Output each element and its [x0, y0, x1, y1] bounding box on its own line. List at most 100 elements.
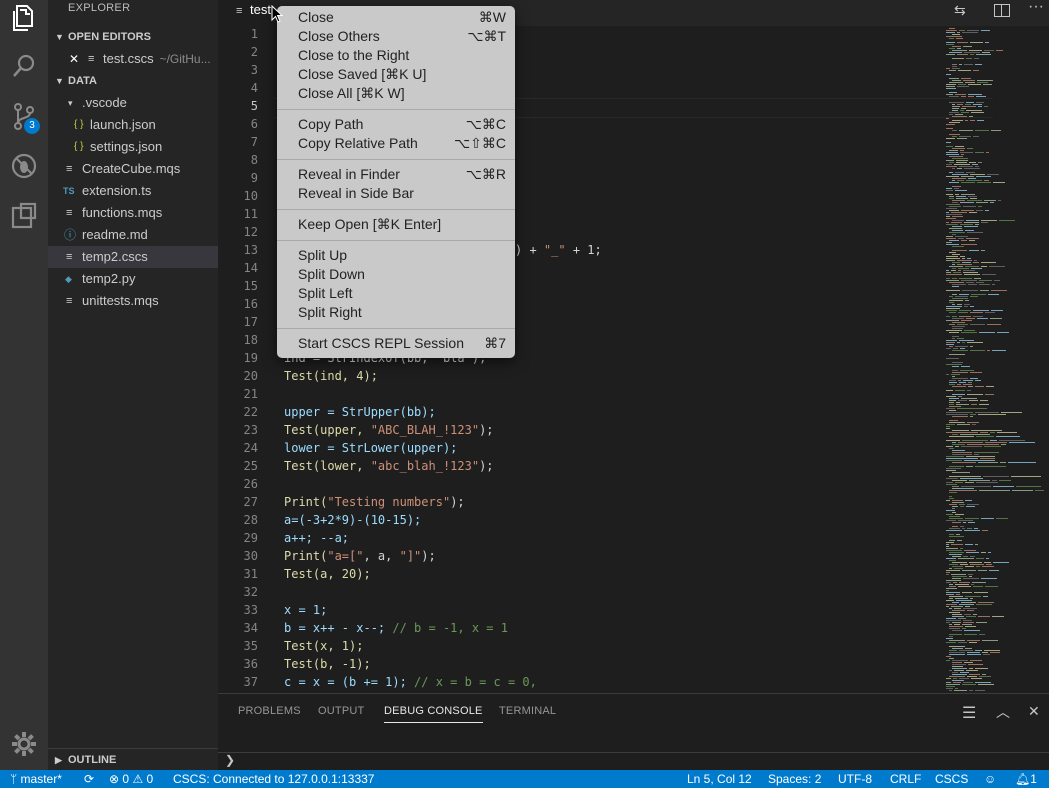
close-icon[interactable]: ✕ — [69, 48, 79, 70]
more-actions-icon[interactable]: ··· — [1028, 0, 1044, 16]
menu-item-close-saved[interactable]: Close Saved [⌘K U] — [298, 65, 506, 84]
minimap-line — [961, 398, 977, 399]
menu-item-split-right[interactable]: Split Right — [298, 303, 506, 322]
menu-item-start-repl[interactable]: Start CSCS REPL Session ⌘7 — [298, 334, 506, 353]
tree-item-vscode[interactable]: ▾ .vscode — [48, 92, 218, 114]
minimap-line — [957, 540, 962, 541]
feedback-smiley-icon[interactable]: ☺ — [984, 770, 996, 788]
minimap-line — [961, 240, 967, 241]
connection-status[interactable]: CSCS: Connected to 127.0.0.1:13337 — [173, 770, 374, 788]
open-editors-header[interactable]: ▼ OPEN EDITORS — [48, 26, 218, 48]
minimap-line — [946, 244, 959, 245]
menu-item-keep-open[interactable]: Keep Open [⌘K Enter] — [298, 215, 506, 234]
minimap-line — [951, 212, 967, 213]
tab-output[interactable]: OUTPUT — [318, 705, 364, 717]
menu-item-close-right[interactable]: Close to the Right — [298, 46, 506, 65]
minimap-line — [982, 530, 988, 531]
minimap-line — [952, 450, 965, 451]
explorer-files-icon[interactable] — [8, 2, 40, 34]
gear-icon[interactable] — [8, 728, 40, 760]
minimap-line — [956, 196, 966, 197]
minimap-line — [949, 536, 964, 537]
minimap-line — [966, 180, 982, 181]
outline-header[interactable]: ▶ OUTLINE — [48, 748, 218, 771]
minimap-line — [960, 564, 968, 565]
minimap-line — [990, 202, 994, 203]
minimap-line — [946, 190, 953, 191]
problems-count[interactable]: ⊗ 0 ⚠ 0 — [109, 770, 153, 788]
minimap-line — [966, 506, 975, 507]
encoding[interactable]: UTF-8 — [838, 770, 872, 788]
git-branch[interactable]: ᛘ master* — [10, 770, 62, 788]
debug-icon[interactable] — [8, 150, 40, 182]
maximize-panel-icon[interactable]: ︿ — [996, 702, 1010, 722]
minimap-line — [955, 390, 965, 391]
tree-item-temp2-cscs[interactable]: ≡ temp2.cscs — [48, 246, 218, 268]
extensions-icon[interactable] — [8, 200, 40, 232]
tree-item-readme[interactable]: ⓘ readme.md — [48, 224, 218, 246]
indentation[interactable]: Spaces: 2 — [768, 770, 821, 788]
minimap-line — [946, 306, 962, 307]
minimap-line — [1008, 462, 1036, 463]
open-editor-item[interactable]: ✕ ≡ test.cscs ~/GitHu... — [48, 48, 218, 70]
minimap-line — [952, 442, 956, 443]
cursor-position[interactable]: Ln 5, Col 12 — [687, 770, 752, 788]
line-number: 23 — [243, 423, 258, 437]
minimap-line — [989, 266, 1005, 267]
menu-item-close[interactable]: Close ⌘W — [298, 8, 506, 27]
tree-item-settings-json[interactable]: { } settings.json — [48, 136, 218, 158]
debug-console-input[interactable] — [238, 753, 1038, 770]
menu-item-close-others[interactable]: Close Others ⌥⌘T — [298, 27, 506, 46]
minimap-line — [978, 602, 994, 603]
minimap-line — [975, 668, 988, 669]
minimap-line — [952, 502, 964, 503]
tree-item-launch-json[interactable]: { } launch.json — [48, 114, 218, 136]
line-ending[interactable]: CRLF — [890, 770, 921, 788]
menu-item-copy-relative-path[interactable]: Copy Relative Path ⌥⇧⌘C — [298, 134, 506, 153]
menu-item-close-all[interactable]: Close All [⌘K W] — [298, 84, 506, 103]
menu-item-reveal-sidebar[interactable]: Reveal in Side Bar — [298, 184, 506, 203]
minimap-line — [952, 668, 967, 669]
minimap[interactable] — [944, 26, 1049, 693]
minimap-line — [946, 154, 959, 155]
menu-item-split-down[interactable]: Split Down — [298, 265, 506, 284]
minimap-line — [955, 688, 958, 689]
minimap-line — [985, 312, 995, 313]
minimap-line — [946, 224, 958, 225]
chevron-down-icon: ▾ — [68, 98, 73, 108]
search-icon[interactable] — [8, 50, 40, 82]
tree-item-unittests[interactable]: ≡ unittests.mqs — [48, 290, 218, 312]
minimap-line — [946, 542, 954, 543]
minimap-line — [946, 152, 958, 153]
language-mode[interactable]: CSCS — [935, 770, 968, 788]
minimap-line — [962, 32, 978, 33]
tab-problems[interactable]: PROBLEMS — [238, 705, 301, 717]
tree-item-temp2-py[interactable]: ◆ temp2.py — [48, 268, 218, 290]
minimap-line — [960, 224, 973, 225]
tree-item-extension-ts[interactable]: TS extension.ts — [48, 180, 218, 202]
tree-item-functions[interactable]: ≡ functions.mqs — [48, 202, 218, 224]
code-line-37: c = x = (b += 1); // x = b = c = 0, — [284, 675, 537, 689]
close-panel-icon[interactable]: ✕ — [1028, 703, 1040, 720]
menu-item-split-up[interactable]: Split Up — [298, 246, 506, 265]
minimap-line — [949, 38, 954, 39]
data-folder-header[interactable]: ▼ DATA — [48, 70, 218, 92]
tree-item-createcube[interactable]: ≡ CreateCube.mqs — [48, 158, 218, 180]
compare-changes-icon[interactable]: ⇆ — [954, 2, 966, 19]
split-editor-icon[interactable] — [994, 4, 1010, 17]
minimap-line — [970, 378, 978, 379]
minimap-line — [952, 522, 961, 523]
minimap-line — [952, 108, 959, 109]
minimap-line — [959, 278, 972, 279]
minimap-line — [979, 634, 985, 635]
menu-item-copy-path[interactable]: Copy Path ⌥⌘C — [298, 115, 506, 134]
sync-icon[interactable]: ⟳ — [84, 770, 94, 788]
notifications[interactable]: 🔔︎1 — [1015, 770, 1037, 788]
clear-console-icon[interactable]: ☰ — [962, 703, 976, 723]
minimap-line — [952, 662, 962, 663]
tab-terminal[interactable]: TERMINAL — [499, 705, 556, 717]
menu-item-split-left[interactable]: Split Left — [298, 284, 506, 303]
menu-item-reveal-finder[interactable]: Reveal in Finder ⌥⌘R — [298, 165, 506, 184]
tab-debug-console[interactable]: DEBUG CONSOLE — [384, 705, 483, 723]
line-number: 30 — [243, 549, 258, 563]
